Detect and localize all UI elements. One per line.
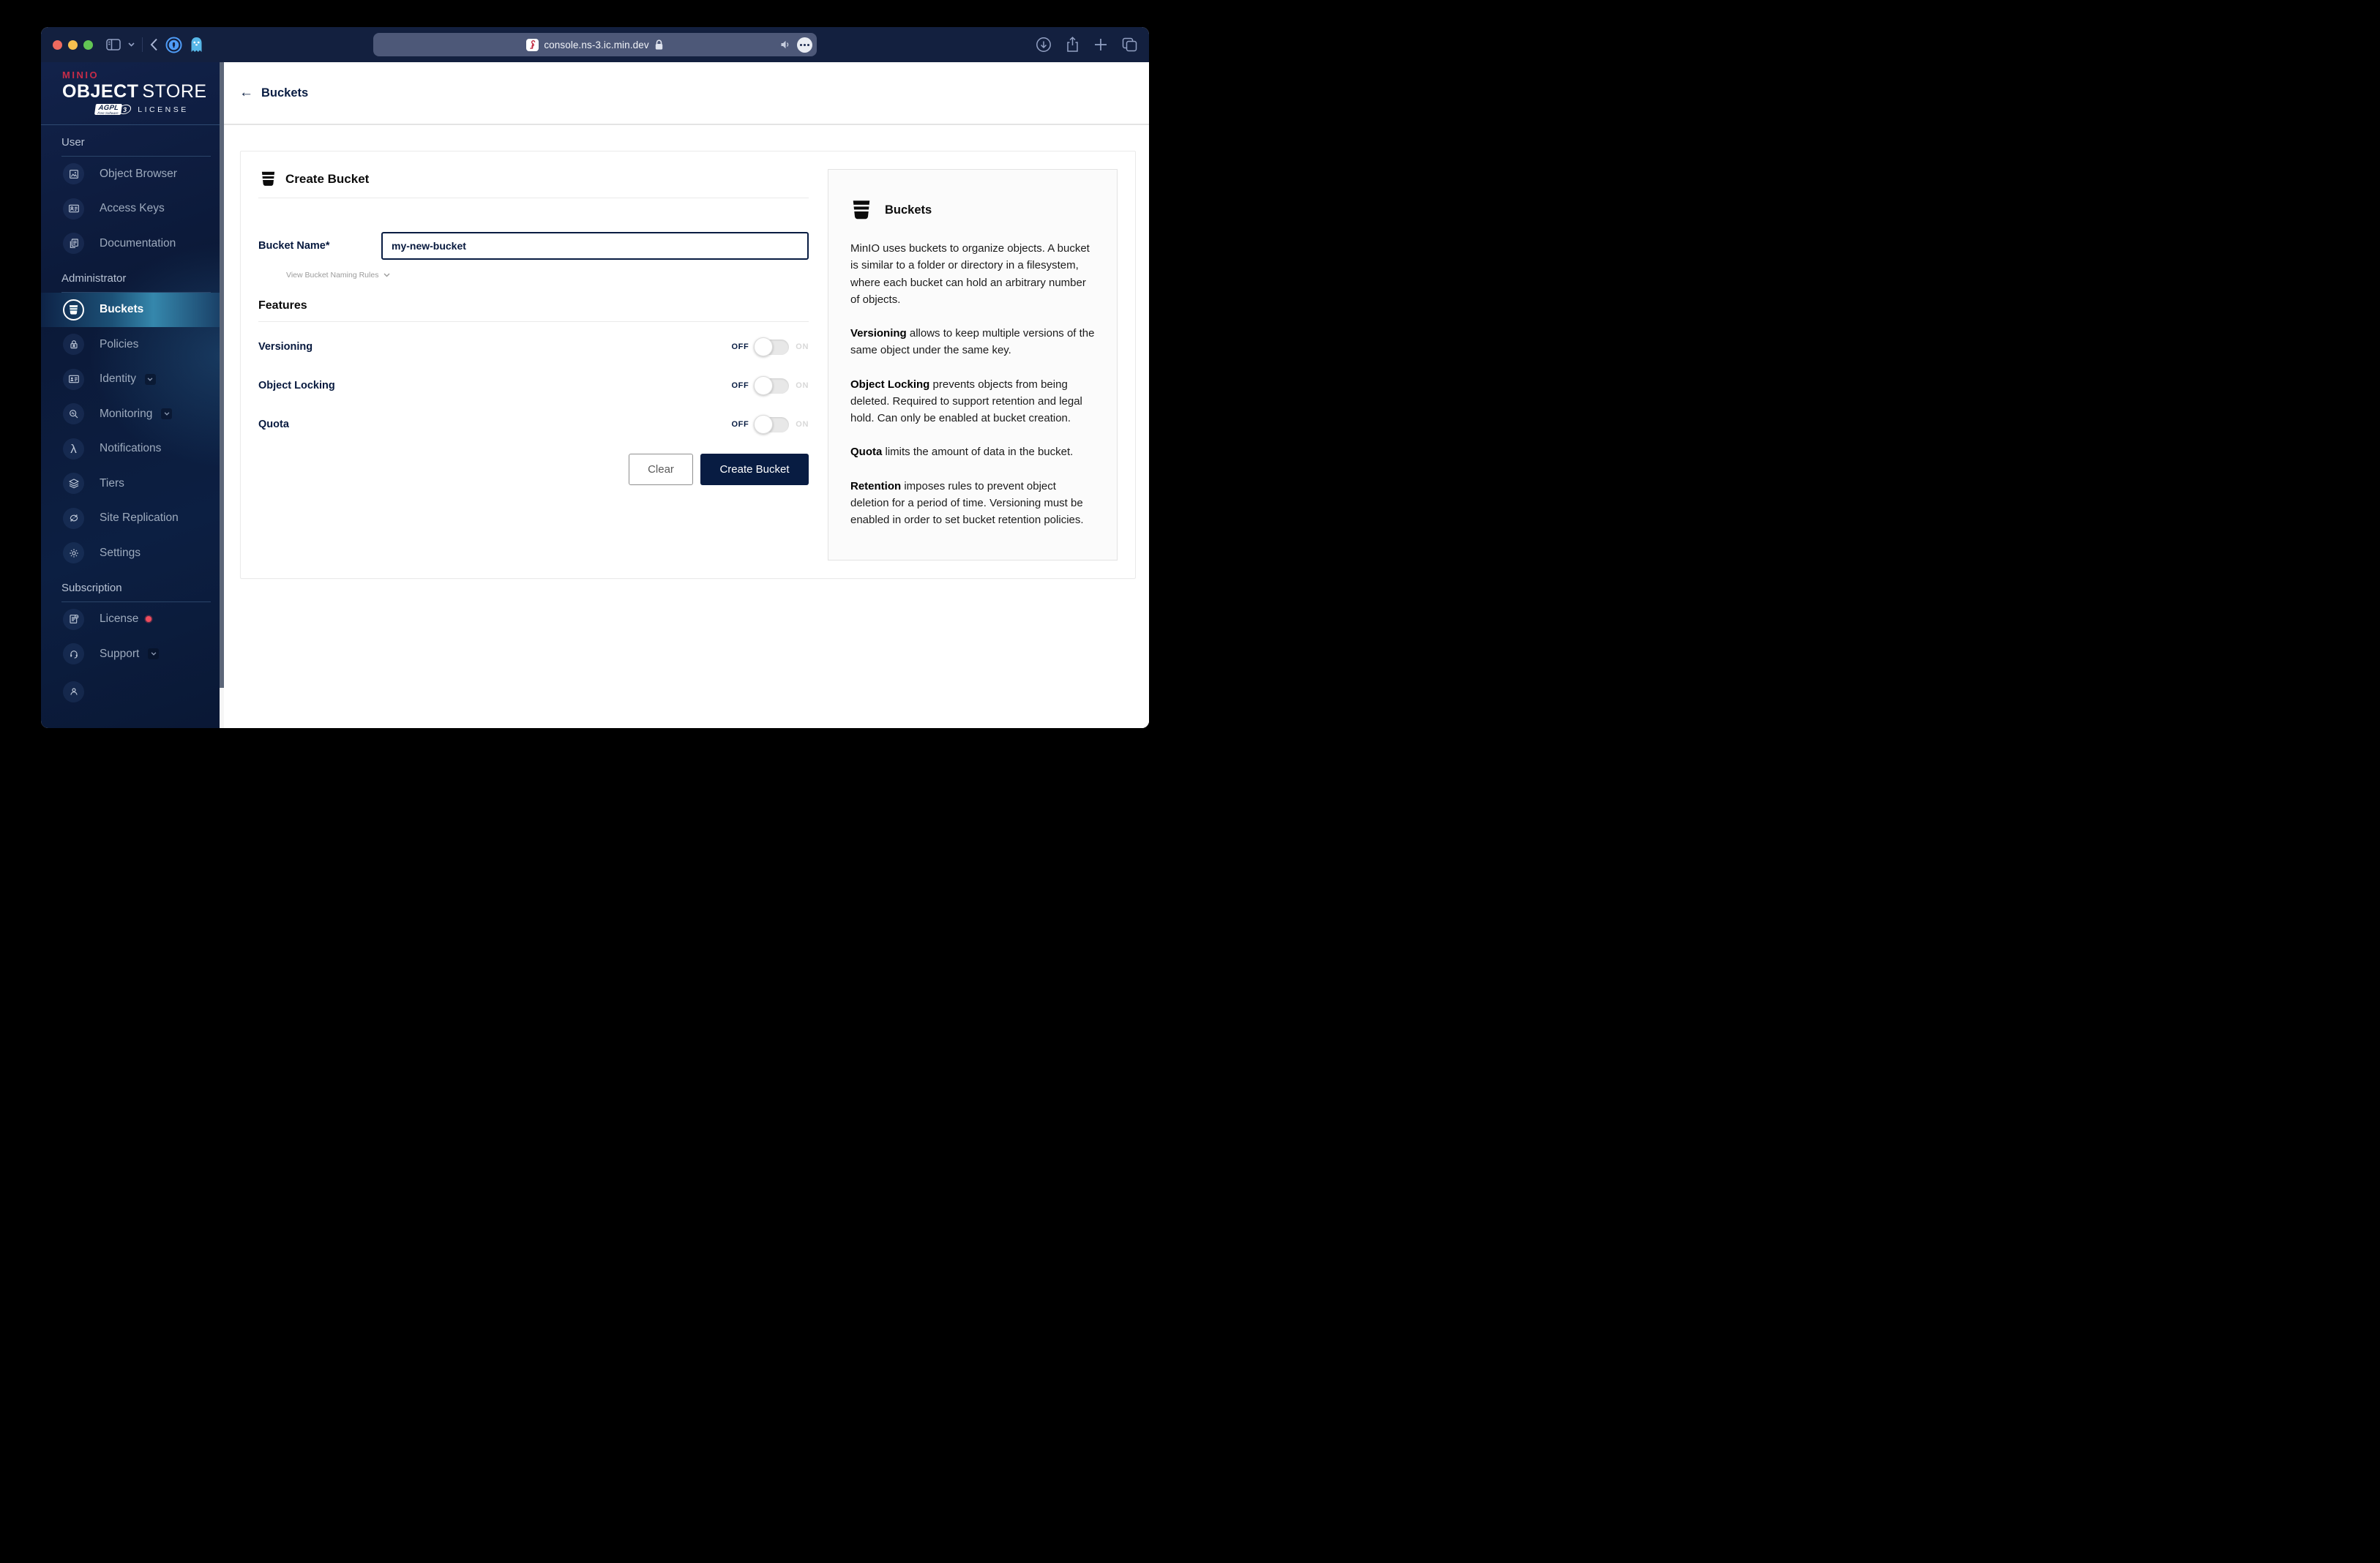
off-label: OFF [731, 381, 749, 390]
help-paragraph: Versioning allows to keep multiple versi… [850, 327, 1095, 357]
off-label: OFF [731, 420, 749, 429]
sidebar-item-access-keys[interactable]: Access Keys [41, 192, 220, 227]
chevron-down-icon[interactable] [161, 408, 173, 420]
bucket-name-input[interactable] [381, 232, 809, 260]
url-text: console.ns-3.ic.min.dev [544, 39, 649, 50]
help-title: Buckets [885, 203, 932, 217]
site-favicon-flamingo [526, 38, 539, 51]
help-paragraph: MinIO uses buckets to organize objects. … [850, 242, 1090, 306]
feature-row-versioning: Versioning OFF ON [258, 337, 809, 356]
sidebar-item-policies[interactable]: Policies [41, 327, 220, 362]
sidebar-menu-chevron-icon[interactable] [128, 42, 135, 47]
sidebar-item-license[interactable]: License [41, 602, 220, 637]
documentation-icon [63, 233, 84, 255]
minio-logo: MINIO OBJECT STORE AGPL Free Software 3 L… [41, 62, 220, 125]
tiers-layers-icon [63, 473, 84, 495]
share-icon[interactable] [1066, 37, 1079, 53]
back-to-buckets-arrow[interactable]: ← [239, 85, 253, 101]
section-title-subscription: Subscription [61, 582, 211, 602]
identity-icon [63, 368, 84, 390]
tab-overview-icon[interactable] [1122, 37, 1137, 52]
downloads-icon[interactable] [1036, 37, 1052, 53]
card-title: Create Bucket [285, 171, 370, 186]
bucket-name-label: Bucket Name* [258, 240, 330, 252]
license-alert-dot [146, 616, 152, 623]
support-headset-icon [63, 643, 84, 665]
lambda-notifications-icon: λ [63, 438, 84, 460]
main-content: ← Buckets Create Bucket Bucket Name* my-… [224, 62, 1149, 728]
versioning-toggle[interactable] [754, 337, 790, 356]
address-bar[interactable]: console.ns-3.ic.min.dev [373, 33, 817, 56]
help-paragraph: Quota limits the amount of data in the b… [850, 446, 1074, 459]
create-bucket-card: Create Bucket Bucket Name* View Bucket N… [240, 151, 1136, 580]
sidebar-item-support[interactable]: Support [41, 637, 220, 672]
ghostery-extension-icon[interactable] [190, 37, 203, 53]
page-header: ← Buckets [224, 62, 1149, 125]
sidebar-item-tiers[interactable]: Tiers [41, 466, 220, 501]
object-browser-icon [63, 163, 84, 185]
section-title-administrator: Administrator [61, 272, 211, 293]
bucket-icon [850, 199, 872, 221]
quota-toggle[interactable] [754, 414, 790, 434]
create-bucket-button[interactable]: Create Bucket [700, 454, 809, 485]
bucket-icon [63, 299, 84, 321]
bucket-icon [260, 170, 277, 187]
toolbar-divider [142, 37, 143, 52]
chevron-down-icon[interactable] [144, 373, 156, 385]
sidebar-item-partial[interactable] [41, 675, 220, 710]
close-window-button[interactable] [53, 40, 62, 50]
minimize-window-button[interactable] [68, 40, 78, 50]
sidebar-item-notifications[interactable]: λ Notifications [41, 432, 220, 467]
on-label: ON [796, 381, 809, 390]
help-paragraph: Retention imposes rules to prevent objec… [850, 479, 1084, 527]
page-title[interactable]: Buckets [261, 86, 308, 100]
off-label: OFF [731, 342, 749, 351]
license-badge: AGPL Free Software 3 LICENSE [94, 103, 220, 116]
minio-brand-text: MINIO [62, 70, 100, 80]
site-replication-sync-icon [63, 507, 84, 529]
sidebar-toggle-icon[interactable] [106, 39, 121, 50]
help-paragraph: Object Locking prevents objects from bei… [850, 378, 1082, 425]
onepassword-extension-icon[interactable] [165, 37, 182, 53]
sidebar-item-settings[interactable]: Settings [41, 536, 220, 571]
browser-toolbar: console.ns-3.ic.min.dev [41, 27, 1149, 62]
buckets-help-panel: Buckets MinIO uses buckets to organize o… [828, 169, 1118, 561]
features-heading: Features [258, 299, 809, 322]
sidebar-item-site-replication[interactable]: Site Replication [41, 501, 220, 536]
app-sidebar: MINIO OBJECT STORE AGPL Free Software 3 L… [41, 62, 220, 728]
browser-window: console.ns-3.ic.min.dev MINIO OBJECT STO… [41, 27, 1149, 728]
object-locking-toggle[interactable] [754, 375, 790, 395]
new-tab-icon[interactable] [1093, 37, 1108, 52]
access-keys-icon [63, 198, 84, 220]
sidebar-item-documentation[interactable]: Documentation [41, 226, 220, 261]
sidebar-item-object-browser[interactable]: Object Browser [41, 157, 220, 192]
on-label: ON [796, 342, 809, 351]
on-label: ON [796, 420, 809, 429]
mute-audio-icon[interactable] [780, 40, 792, 50]
view-naming-rules-toggle[interactable]: View Bucket Naming Rules [286, 271, 809, 280]
policies-icon [63, 334, 84, 356]
page-settings-button[interactable] [797, 37, 812, 53]
tls-lock-icon [654, 39, 664, 50]
clear-button[interactable]: Clear [629, 454, 693, 485]
sidebar-item-buckets[interactable]: Buckets [41, 292, 220, 327]
zoom-window-button[interactable] [83, 40, 93, 50]
agpl-badge-icon: AGPL Free Software 3 [94, 103, 132, 116]
sidebar-item-identity[interactable]: Identity [41, 362, 220, 397]
feature-row-quota: Quota OFF ON [258, 414, 809, 434]
feature-row-object-locking: Object Locking OFF ON [258, 375, 809, 395]
back-button[interactable] [150, 38, 158, 51]
app-title: OBJECT STORE [62, 81, 207, 102]
section-title-user: User [61, 136, 211, 157]
license-document-icon [63, 608, 84, 630]
window-controls [53, 40, 93, 50]
gear-icon [63, 542, 84, 564]
monitoring-icon [63, 403, 84, 425]
chevron-down-icon[interactable] [148, 648, 160, 660]
chevron-down-icon [383, 273, 390, 277]
partial-item-icon [63, 681, 84, 702]
sidebar-item-monitoring[interactable]: Monitoring [41, 397, 220, 432]
sidebar-nav: User Object Browser Access Keys Document… [41, 125, 220, 728]
